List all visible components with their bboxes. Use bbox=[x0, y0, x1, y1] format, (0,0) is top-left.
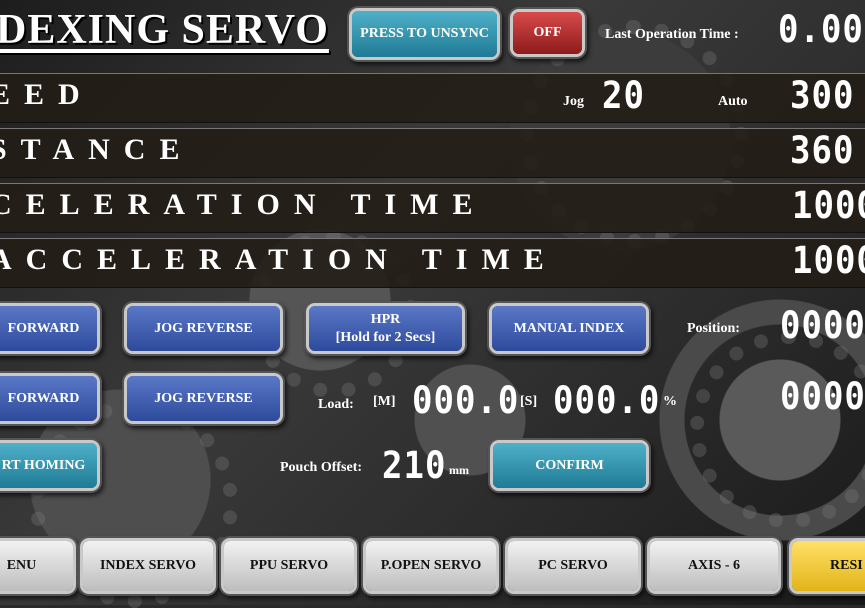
jog-label: Jog bbox=[563, 94, 584, 109]
acceleration-row: CELERATION TIME 1000 bbox=[0, 183, 865, 233]
auto-label: Auto bbox=[718, 94, 748, 109]
nav-index-servo-button[interactable]: INDEX SERVO bbox=[83, 541, 213, 591]
deceleration-value[interactable]: 1000 bbox=[792, 239, 865, 283]
load-m-value: 000.0 bbox=[412, 379, 520, 423]
distance-row: STANCE 360 bbox=[0, 128, 865, 178]
last-operation-value: 0.00 bbox=[778, 8, 864, 52]
off-button[interactable]: OFF bbox=[513, 12, 582, 54]
nav-pc-servo-button[interactable]: PC SERVO bbox=[508, 541, 638, 591]
jog-reverse-button-2[interactable]: JOG REVERSE bbox=[127, 376, 280, 421]
last-operation-label: Last Operation Time : bbox=[605, 27, 739, 42]
jog-reverse-button[interactable]: JOG REVERSE bbox=[127, 306, 280, 351]
speed-label: EED bbox=[0, 78, 94, 111]
jog-forward-button[interactable]: FORWARD bbox=[0, 306, 97, 351]
distance-label: STANCE bbox=[0, 133, 194, 166]
deceleration-label: ACCELERATION TIME bbox=[0, 243, 558, 276]
load-s-value: 000.0 bbox=[553, 379, 661, 423]
hpr-button[interactable]: HPR [Hold for 2 Secs] bbox=[309, 306, 462, 351]
reset-button[interactable]: RESI bbox=[792, 541, 865, 591]
acceleration-label: CELERATION TIME bbox=[0, 188, 487, 221]
jog-speed-value[interactable]: 20 bbox=[602, 74, 645, 118]
page-title: DEXING SERVO bbox=[0, 7, 329, 53]
speed-row: EED Jog 20 Auto 300 bbox=[0, 73, 865, 123]
distance-value[interactable]: 360 bbox=[790, 129, 854, 173]
nav-ppu-servo-button[interactable]: PPU SERVO bbox=[224, 541, 354, 591]
deceleration-row: ACCELERATION TIME 1000 bbox=[0, 238, 865, 288]
unsync-button[interactable]: PRESS TO UNSYNC bbox=[352, 11, 497, 57]
nav-popen-servo-button[interactable]: P.OPEN SERVO bbox=[366, 541, 496, 591]
forward-button-2[interactable]: FORWARD bbox=[0, 376, 97, 421]
load-s-label: [S] bbox=[520, 394, 538, 409]
nav-menu-button[interactable]: ENU bbox=[0, 541, 73, 591]
load-m-label: [M] bbox=[373, 394, 396, 409]
acceleration-value[interactable]: 1000 bbox=[792, 184, 865, 228]
load-label: Load: bbox=[318, 397, 354, 412]
start-homing-button[interactable]: RT HOMING bbox=[0, 443, 97, 488]
manual-index-button[interactable]: MANUAL INDEX bbox=[492, 306, 646, 351]
percent-label: % bbox=[663, 394, 677, 409]
load-value: 0000 bbox=[780, 375, 865, 419]
position-label: Position: bbox=[687, 321, 740, 336]
pouch-offset-value[interactable]: 210 bbox=[382, 444, 446, 488]
position-value: 0000 bbox=[780, 304, 865, 348]
auto-speed-value[interactable]: 300 bbox=[790, 74, 854, 118]
nav-axis-6-button[interactable]: AXIS - 6 bbox=[650, 541, 778, 591]
pouch-offset-label: Pouch Offset: bbox=[280, 460, 363, 475]
confirm-button[interactable]: CONFIRM bbox=[493, 443, 646, 488]
pouch-offset-unit: mm bbox=[449, 463, 469, 477]
